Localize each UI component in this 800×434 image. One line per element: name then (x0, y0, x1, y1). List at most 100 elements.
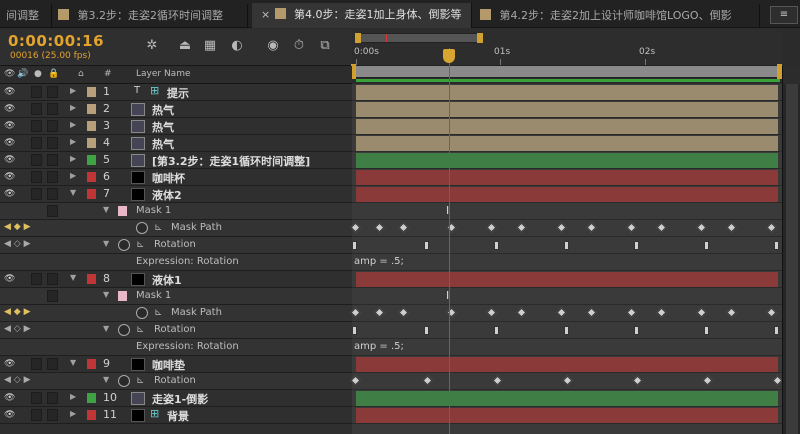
expression-text[interactable]: amp = .5; (354, 341, 404, 352)
switch-box[interactable] (31, 86, 42, 98)
track-row[interactable]: amp = .5; (352, 254, 782, 271)
visibility-eye-icon[interactable]: 👁 (4, 87, 16, 97)
mask-color-swatch[interactable] (118, 206, 127, 216)
track-area[interactable]: Iamp = .5; Iamp = .5; (350, 84, 783, 434)
twirl-closed-icon[interactable]: ▶ (70, 392, 76, 401)
layer-duration-bar[interactable] (356, 391, 778, 406)
stopwatch-icon[interactable] (136, 222, 148, 234)
label-color-swatch[interactable] (87, 393, 96, 403)
comp-mini-flowchart-icon[interactable]: ✲ (143, 37, 161, 55)
twirl-closed-icon[interactable]: ▶ (70, 137, 76, 146)
visibility-eye-icon[interactable]: 👁 (4, 359, 16, 369)
layer-name[interactable]: 热气 (152, 119, 174, 135)
current-time[interactable]: 0:00:00:16 (8, 32, 104, 50)
switch-box[interactable] (31, 103, 42, 115)
track-row[interactable] (352, 322, 782, 339)
layer-duration-bar[interactable] (356, 136, 778, 151)
keyframe[interactable] (772, 375, 783, 386)
layer-duration-bar[interactable] (356, 357, 778, 372)
keyframe-navigator[interactable]: ◀ ◆ ▶ (4, 222, 31, 232)
layer-name[interactable]: 背景 (167, 408, 189, 424)
mask-color-swatch[interactable] (118, 291, 127, 301)
track-row[interactable] (350, 305, 782, 322)
eye-icon[interactable]: 👁 (4, 69, 15, 79)
keyframe[interactable] (556, 307, 567, 318)
keyframe[interactable] (424, 241, 429, 250)
twirl-closed-icon[interactable]: ▶ (70, 171, 76, 180)
keyframe[interactable] (352, 326, 357, 335)
track-row[interactable] (352, 169, 782, 186)
layer-row[interactable]: 👁 ▼ 8 液体1 (0, 271, 352, 288)
keyframe-navigator[interactable]: ◀ ◇ ▶ (4, 239, 31, 249)
brainstorm-icon[interactable]: ◉ (264, 37, 282, 55)
keyframe[interactable] (352, 241, 357, 250)
layer-duration-bar[interactable] (356, 408, 778, 423)
keyframe[interactable] (726, 222, 737, 233)
graph-icon[interactable]: ⊾ (136, 324, 144, 335)
layer-row[interactable]: 👁 ▶ 2 热气 (0, 101, 352, 118)
keyframe[interactable] (562, 375, 573, 386)
visibility-eye-icon[interactable]: 👁 (4, 138, 16, 148)
switch-box[interactable] (31, 188, 42, 200)
keyframe[interactable] (774, 241, 779, 250)
twirl-open-icon[interactable]: ▼ (103, 205, 109, 214)
layer-name[interactable]: [第3.2步：走姿1循环时间调整] (152, 153, 310, 169)
graph-icon[interactable]: ⊾ (154, 222, 162, 233)
layer-duration-bar[interactable] (356, 102, 778, 117)
property-row[interactable]: Expression: Rotation (0, 254, 352, 271)
keyframe[interactable] (766, 222, 777, 233)
col-hash[interactable]: # (104, 69, 112, 79)
audio-icon[interactable]: 🔊 (17, 69, 28, 79)
track-row[interactable] (352, 186, 782, 203)
switch-box[interactable] (47, 137, 58, 149)
time-navigator[interactable] (355, 33, 483, 43)
keyframe[interactable] (494, 241, 499, 250)
panel-menu-button[interactable]: ≡ (770, 6, 798, 24)
keyframe[interactable] (626, 222, 637, 233)
twirl-open-icon[interactable]: ▼ (70, 188, 76, 197)
keyframe[interactable] (774, 326, 779, 335)
tab-1[interactable]: 第3.2步：走姿2循环时间调整 (52, 4, 248, 28)
work-area-bar[interactable] (353, 65, 779, 78)
stopwatch-icon[interactable] (118, 324, 130, 336)
label-color-swatch[interactable] (87, 121, 96, 131)
switch-box[interactable] (47, 154, 58, 166)
switch-box[interactable] (31, 154, 42, 166)
keyframe-navigator[interactable]: ◀ ◇ ▶ (4, 375, 31, 385)
layer-duration-bar[interactable] (356, 187, 778, 202)
switch-box[interactable] (31, 409, 42, 421)
keyframe[interactable] (564, 241, 569, 250)
switch-box[interactable] (47, 273, 58, 285)
graph-icon[interactable]: ⊾ (136, 239, 144, 250)
keyframe[interactable] (586, 222, 597, 233)
keyframe[interactable] (586, 307, 597, 318)
switch-box[interactable] (47, 171, 58, 183)
mask-name[interactable]: Mask 1 (136, 205, 171, 216)
keyframe[interactable] (632, 375, 643, 386)
navigator-end-handle[interactable] (477, 33, 483, 43)
layer-name[interactable]: 液体1 (152, 272, 182, 288)
keyframe[interactable] (704, 326, 709, 335)
keyframe[interactable] (374, 307, 385, 318)
twirl-open-icon[interactable]: ▼ (103, 324, 109, 333)
switch-box[interactable] (31, 358, 42, 370)
label-color-swatch[interactable] (87, 172, 96, 182)
close-icon[interactable]: × (261, 3, 271, 27)
stopwatch-icon[interactable] (136, 307, 148, 319)
layer-name[interactable]: 咖啡垫 (152, 357, 185, 373)
track-row[interactable] (350, 373, 783, 390)
keyframe[interactable] (704, 241, 709, 250)
switch-box[interactable] (47, 86, 58, 98)
keyframe[interactable] (656, 307, 667, 318)
switch-box[interactable] (47, 120, 58, 132)
keyframe[interactable] (486, 222, 497, 233)
track-row[interactable] (352, 407, 782, 424)
label-color-swatch[interactable] (87, 138, 96, 148)
twirl-open-icon[interactable]: ▼ (70, 273, 76, 282)
lock-icon[interactable]: 🔒 (48, 69, 59, 79)
keyframe[interactable] (350, 375, 361, 386)
visibility-eye-icon[interactable]: 👁 (4, 410, 16, 420)
visibility-eye-icon[interactable]: 👁 (4, 274, 16, 284)
keyframe[interactable] (634, 241, 639, 250)
track-row[interactable] (352, 356, 782, 373)
